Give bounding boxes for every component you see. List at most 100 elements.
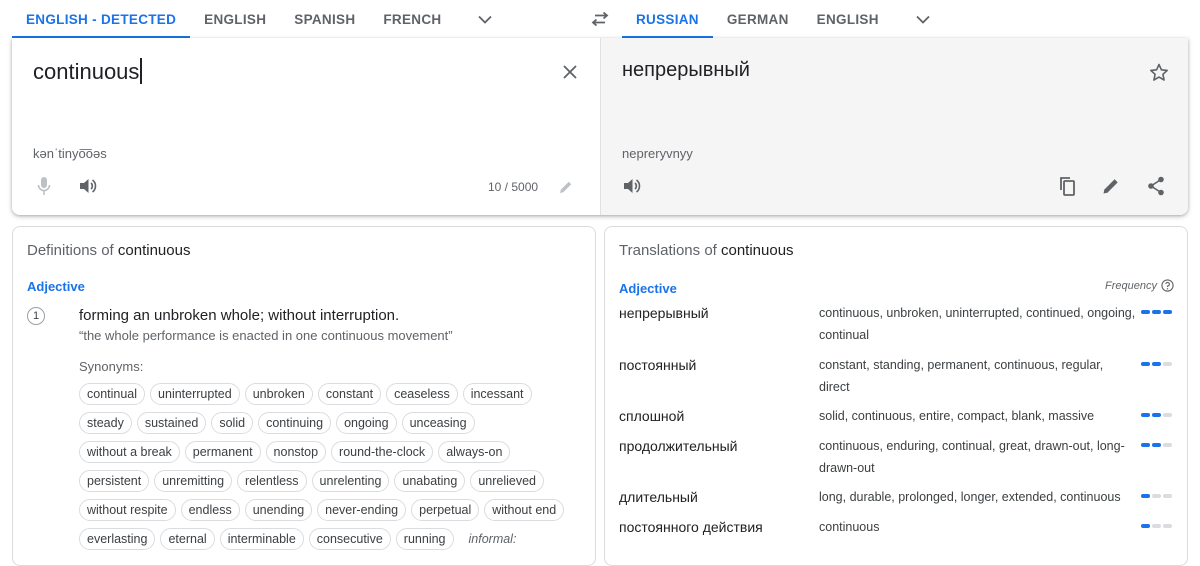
synonym-chip[interactable]: endless xyxy=(180,499,240,521)
back-translations: continuous xyxy=(819,520,880,534)
star-outline-icon xyxy=(1149,63,1169,82)
synonym-chip[interactable]: always-on xyxy=(438,441,511,463)
frequency-bar xyxy=(1152,413,1161,417)
share-translation-button[interactable] xyxy=(1144,174,1168,198)
target-transliteration: nepreryvnyy xyxy=(622,146,693,161)
synonym-chip[interactable]: consecutive xyxy=(308,528,391,550)
frequency-bar xyxy=(1152,494,1161,498)
edit-source-button[interactable] xyxy=(554,175,578,199)
informal-label: informal: xyxy=(468,532,517,546)
copy-translation-button[interactable] xyxy=(1055,174,1079,198)
tab-source-spanish[interactable]: SPANISH xyxy=(280,0,369,38)
tab-english-detected[interactable]: ENGLISH - DETECTED xyxy=(12,0,191,38)
text-caret xyxy=(140,58,142,84)
listen-target-button[interactable] xyxy=(620,174,644,198)
synonym-chip[interactable]: sustained xyxy=(136,412,207,434)
synonym-chip[interactable]: solid xyxy=(211,412,254,434)
target-pane: непрерывный nepreryvnyy xyxy=(600,38,1188,215)
synonym-chip[interactable]: steady xyxy=(79,412,132,434)
source-text-input[interactable]: continuous xyxy=(33,58,142,85)
synonym-chip[interactable]: perpetual xyxy=(411,499,480,521)
synonyms-label: Synonyms: xyxy=(79,359,144,374)
source-text: continuous xyxy=(33,59,140,84)
tab-source-english[interactable]: ENGLISH xyxy=(190,0,280,38)
definitions-heading-prefix: Definitions of xyxy=(27,242,114,259)
frequency-bar xyxy=(1163,443,1172,447)
translation-word[interactable]: постоянный xyxy=(619,357,696,373)
translation-word[interactable]: непрерывный xyxy=(619,305,709,321)
synonym-chip[interactable]: continuing xyxy=(258,412,332,434)
synonym-chip[interactable]: nonstop xyxy=(265,441,327,463)
frequency-header: Frequency xyxy=(1105,279,1174,292)
synonym-chip[interactable]: persistent xyxy=(79,470,150,492)
translation-word[interactable]: длительный xyxy=(619,489,698,505)
source-phonetic: kənˈtinyo͞oəs xyxy=(33,146,107,161)
synonym-chip[interactable]: interminable xyxy=(219,528,304,550)
tab-target-german[interactable]: GERMAN xyxy=(713,0,803,38)
target-more-languages-button[interactable] xyxy=(903,0,943,38)
synonym-chip[interactable]: unabating xyxy=(394,470,466,492)
tab-target-english[interactable]: ENGLISH xyxy=(803,0,893,38)
synonym-chip[interactable]: unceasing xyxy=(401,412,475,434)
suggest-edit-button[interactable] xyxy=(1099,174,1123,198)
source-language-tabs: ENGLISH - DETECTED ENGLISH SPANISH FRENC… xyxy=(12,0,609,38)
definition-example: “the whole performance is enacted in one… xyxy=(79,328,453,343)
save-translation-button[interactable] xyxy=(1147,60,1171,84)
translation-word[interactable]: сплошной xyxy=(619,408,684,424)
close-icon xyxy=(563,65,577,79)
synonym-chip[interactable]: never-ending xyxy=(317,499,407,521)
synonym-chip[interactable]: relentless xyxy=(237,470,307,492)
translation-word[interactable]: постоянного действия xyxy=(619,519,763,535)
synonym-chip[interactable]: unrelieved xyxy=(470,470,545,492)
synonym-chip[interactable]: everlasting xyxy=(79,528,156,550)
frequency-bar xyxy=(1141,362,1150,366)
frequency-bar xyxy=(1141,413,1150,417)
definitions-card: Definitions of continuous Adjective 1 fo… xyxy=(12,226,596,566)
synonym-chip[interactable]: unrelenting xyxy=(311,470,390,492)
clear-source-button[interactable] xyxy=(558,60,582,84)
help-circle-icon[interactable] xyxy=(1161,279,1174,292)
synonym-chip[interactable]: unremitting xyxy=(154,470,233,492)
synonym-chip[interactable]: unending xyxy=(244,499,313,521)
frequency-bar xyxy=(1163,310,1172,314)
frequency-indicator xyxy=(1141,494,1172,498)
synonym-chip[interactable]: ongoing xyxy=(336,412,397,434)
listen-source-button[interactable] xyxy=(76,174,100,198)
synonym-chip[interactable]: incessant xyxy=(462,383,532,405)
source-more-languages-button[interactable] xyxy=(465,0,505,38)
frequency-bar xyxy=(1163,524,1172,528)
frequency-bar xyxy=(1163,362,1172,366)
synonym-chip[interactable]: constant xyxy=(317,383,382,405)
translated-text: непрерывный xyxy=(622,59,750,81)
synonym-chip[interactable]: without respite xyxy=(79,499,176,521)
frequency-bar xyxy=(1163,413,1172,417)
back-translations: solid, continuous, entire, compact, blan… xyxy=(819,409,1095,423)
back-translations: constant, standing, permanent, continuou… xyxy=(819,358,1104,394)
frequency-indicator xyxy=(1141,524,1172,528)
synonym-chip[interactable]: continual xyxy=(79,383,146,405)
chevron-down-icon xyxy=(478,15,493,24)
synonym-chips: continual uninterrupted unbroken constant ce… xyxy=(79,383,579,550)
frequency-bar xyxy=(1141,494,1150,498)
synonym-chip[interactable]: uninterrupted xyxy=(150,383,240,405)
synonym-chip[interactable]: unbroken xyxy=(244,383,313,405)
synonym-chip[interactable]: ceaseless xyxy=(386,383,458,405)
tab-source-french[interactable]: FRENCH xyxy=(369,0,455,38)
definition-number: 1 xyxy=(27,307,45,325)
synonym-chip[interactable]: without end xyxy=(484,499,565,521)
back-translations: continuous, unbroken, uninterrupted, con… xyxy=(819,306,1136,342)
synonym-chip[interactable]: round-the-clock xyxy=(331,441,434,463)
translations-part-of-speech: Adjective xyxy=(619,281,677,296)
tab-target-russian[interactable]: RUSSIAN xyxy=(622,0,713,38)
translations-heading-word: continuous xyxy=(721,242,794,259)
frequency-bar xyxy=(1163,494,1172,498)
synonym-chip[interactable]: without a break xyxy=(79,441,180,463)
frequency-bar xyxy=(1152,310,1161,314)
synonym-chip[interactable]: eternal xyxy=(160,528,215,550)
synonym-chip[interactable]: running xyxy=(395,528,454,550)
definition-text: forming an unbroken whole; without inter… xyxy=(79,307,400,324)
microphone-button[interactable] xyxy=(32,174,56,198)
translation-word[interactable]: продолжительный xyxy=(619,438,738,454)
synonym-chip[interactable]: permanent xyxy=(184,441,261,463)
character-counter: 10 / 5000 xyxy=(488,180,539,194)
